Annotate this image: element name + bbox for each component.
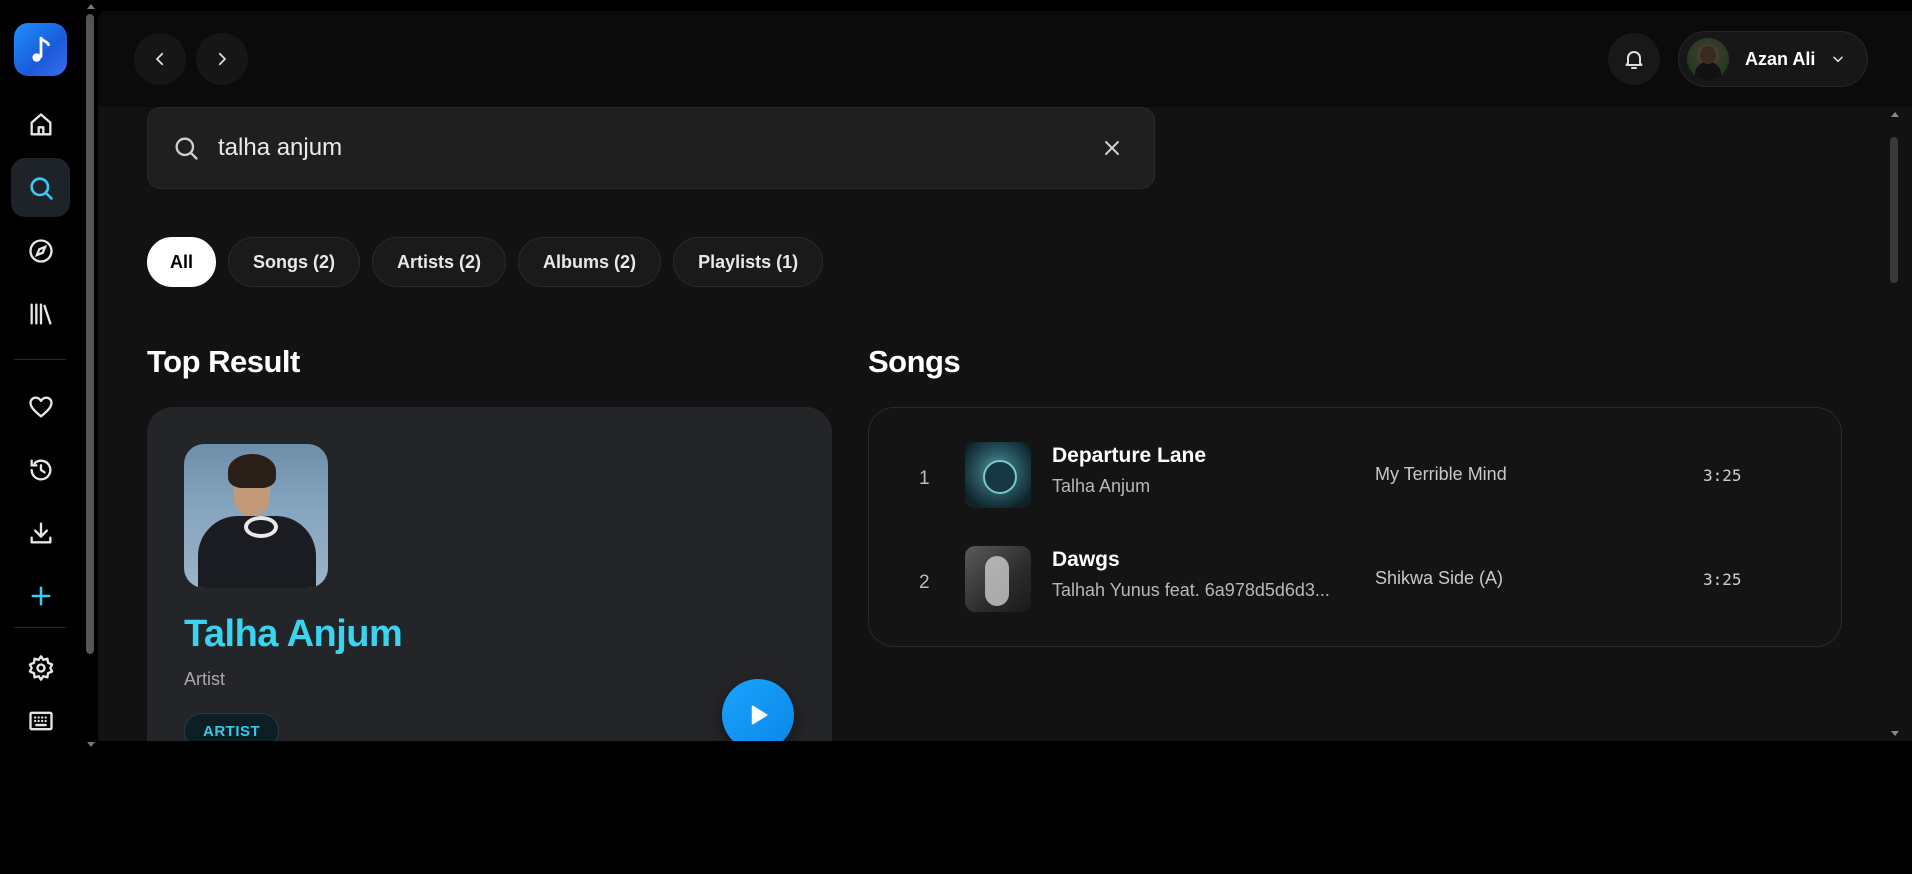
top-bar: Azan Ali <box>98 11 1912 107</box>
play-icon <box>751 705 768 725</box>
close-icon[interactable] <box>1100 136 1124 160</box>
plus-icon <box>31 586 50 605</box>
filter-albums[interactable]: Albums (2) <box>518 237 662 287</box>
nav-search[interactable] <box>11 158 70 217</box>
song-duration: 3:25 <box>1703 570 1742 589</box>
top-result-title: Top Result <box>147 344 300 379</box>
artist-type: Artist <box>184 669 226 689</box>
search-icon <box>175 137 198 160</box>
song-album[interactable]: My Terrible Mind <box>1375 464 1507 485</box>
library-icon <box>30 303 51 324</box>
sidebar-divider <box>14 359 66 360</box>
nav-library[interactable] <box>11 284 70 343</box>
songs-list: 1 Departure Lane Talha Anjum My Terrible… <box>868 407 1842 647</box>
sidebar-scrollbar[interactable] <box>86 14 94 654</box>
nav-create[interactable] <box>11 566 70 625</box>
home-icon <box>30 112 51 135</box>
download-icon <box>30 522 51 543</box>
song-thumbnail <box>965 442 1031 508</box>
sidebar <box>0 0 80 741</box>
filter-chips: All Songs (2) Artists (2) Albums (2) Pla… <box>147 237 824 287</box>
chevron-right-icon <box>218 52 226 66</box>
main-content: Azan Ali talha anjum All Songs (2) Artis… <box>98 11 1912 741</box>
nav-shortcuts[interactable] <box>11 701 70 741</box>
song-title[interactable]: Departure Lane <box>1052 444 1206 468</box>
filter-playlists[interactable]: Playlists (1) <box>673 237 824 287</box>
music-note-icon <box>31 36 50 62</box>
play-button[interactable] <box>722 679 794 741</box>
app-logo[interactable] <box>14 23 67 76</box>
nav-explore[interactable] <box>11 221 70 280</box>
nav-settings[interactable] <box>11 638 70 697</box>
song-artist[interactable]: Talha Anjum <box>1052 476 1352 497</box>
song-artist[interactable]: Talhah Yunus feat. 6a978d5d6d3... <box>1052 580 1352 601</box>
bell-icon <box>1625 51 1643 69</box>
song-number: 1 <box>919 468 930 489</box>
song-row[interactable]: 1 Departure Lane Talha Anjum My Terrible… <box>869 442 1841 522</box>
back-button[interactable] <box>134 33 186 85</box>
filter-songs[interactable]: Songs (2) <box>228 237 361 287</box>
search-query[interactable]: talha anjum <box>218 134 1100 162</box>
artist-image <box>184 444 328 588</box>
songs-title: Songs <box>868 344 961 379</box>
song-thumbnail <box>965 546 1031 612</box>
sidebar-divider-2 <box>14 627 66 628</box>
filter-all[interactable]: All <box>147 237 217 287</box>
nav-downloads[interactable] <box>11 503 70 562</box>
history-icon <box>30 459 51 481</box>
main-scroll-up[interactable] <box>1891 112 1899 117</box>
main-scroll-down[interactable] <box>1891 731 1899 736</box>
sidebar-scroll-up[interactable] <box>87 4 95 9</box>
nav-liked[interactable] <box>11 377 70 436</box>
main-scrollbar[interactable] <box>1890 137 1898 283</box>
filter-artists[interactable]: Artists (2) <box>372 237 507 287</box>
settings-icon <box>28 654 53 681</box>
avatar <box>1687 38 1729 80</box>
artist-name[interactable]: Talha Anjum <box>184 613 403 656</box>
notifications-button[interactable] <box>1608 33 1660 85</box>
nav-history[interactable] <box>11 440 70 499</box>
keyboard-icon <box>28 711 53 731</box>
song-album[interactable]: Shikwa Side (A) <box>1375 568 1503 589</box>
artist-tag: ARTIST <box>184 713 280 741</box>
song-title[interactable]: Dawgs <box>1052 548 1120 572</box>
chevron-left-icon <box>156 52 164 66</box>
top-result-card[interactable]: Talha Anjum Artist ARTIST <box>147 407 832 741</box>
search-input[interactable]: talha anjum <box>147 107 1155 189</box>
user-name: Azan Ali <box>1745 48 1816 69</box>
song-duration: 3:25 <box>1703 466 1742 485</box>
compass-icon <box>28 238 53 263</box>
user-menu[interactable]: Azan Ali <box>1678 31 1868 87</box>
forward-button[interactable] <box>196 33 248 85</box>
song-number: 2 <box>919 572 930 593</box>
heart-icon <box>28 396 53 417</box>
nav-home[interactable] <box>11 95 70 154</box>
chevron-down-icon <box>1833 56 1844 63</box>
song-row[interactable]: 2 Dawgs Talhah Yunus feat. 6a978d5d6d3..… <box>869 546 1841 626</box>
search-icon <box>29 176 53 200</box>
sidebar-scroll-down[interactable] <box>87 742 95 747</box>
